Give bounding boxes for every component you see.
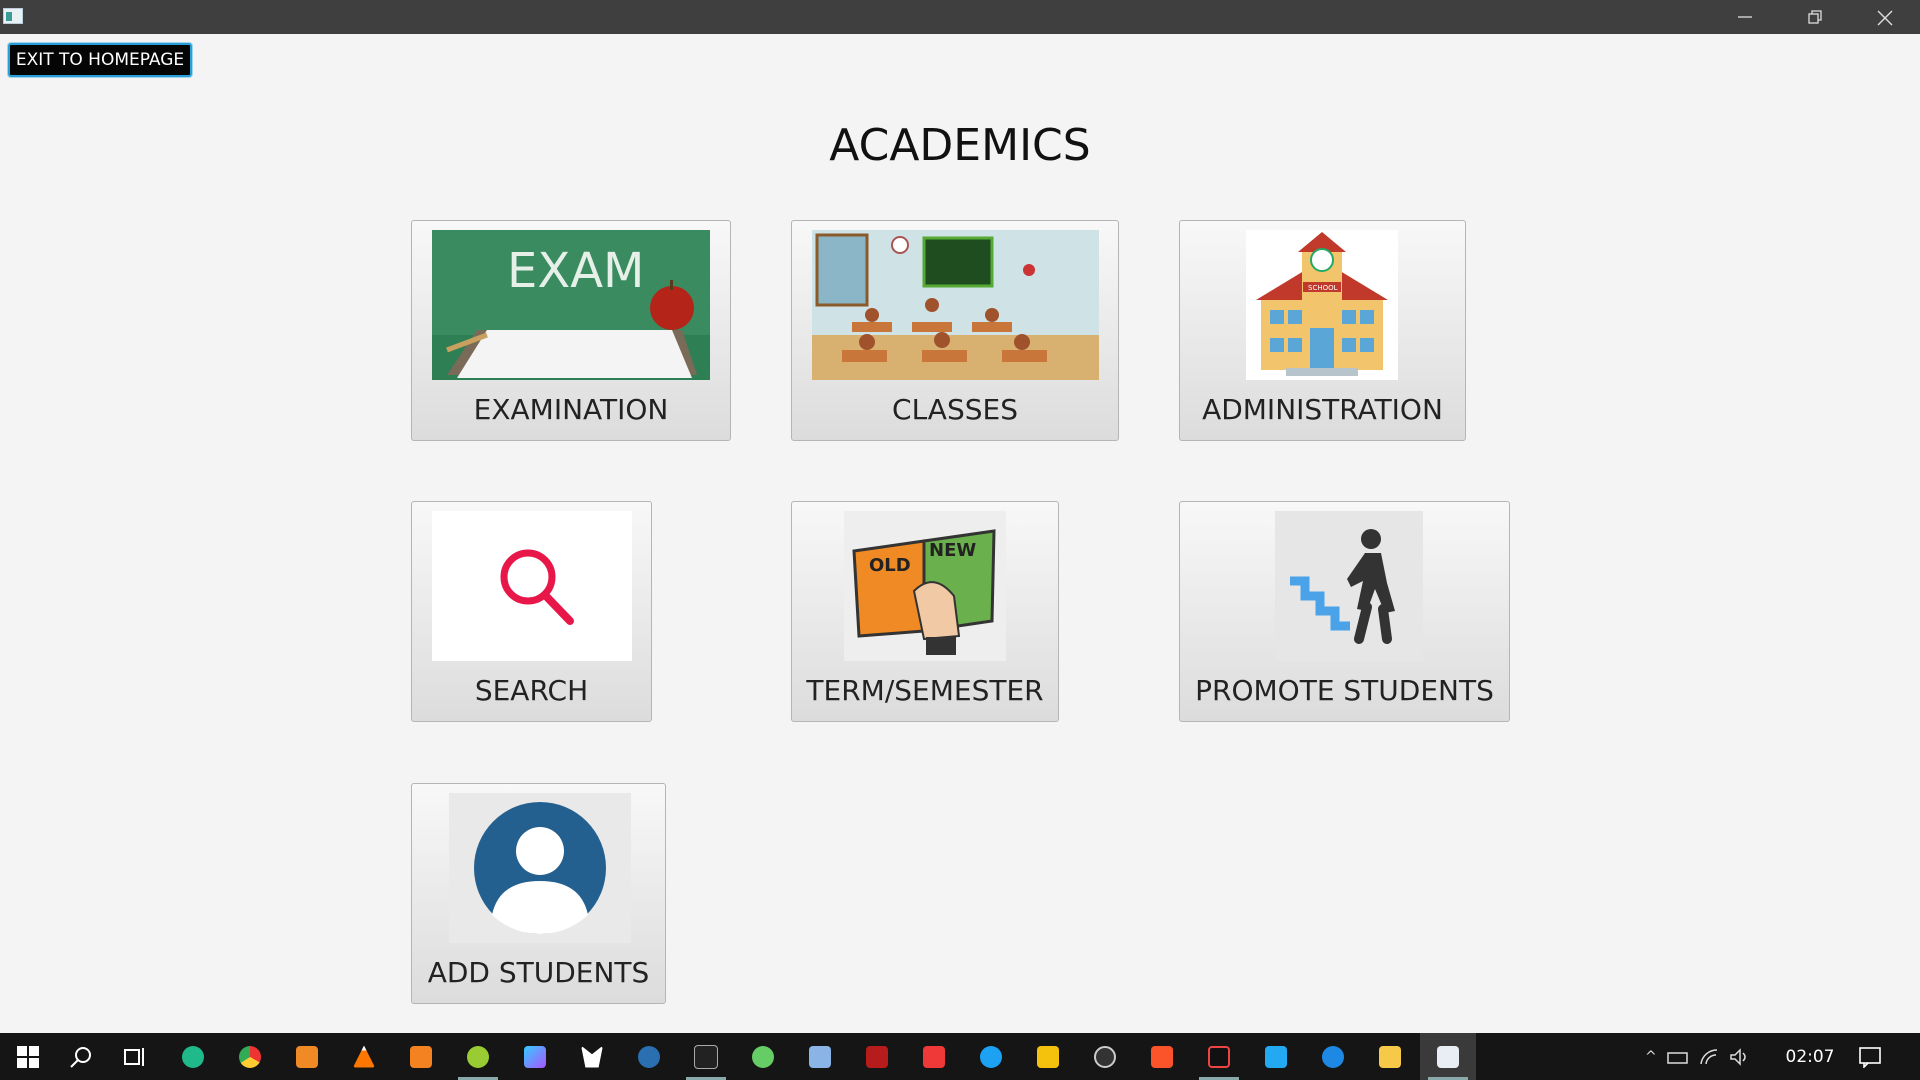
app-window-icon xyxy=(3,8,23,24)
close-icon xyxy=(1877,10,1893,26)
taskbar-app-obs[interactable] xyxy=(1077,1033,1133,1080)
taskbar-app-5[interactable] xyxy=(1305,1033,1361,1080)
minimize-icon xyxy=(1738,16,1752,18)
taskbar-app-terminal[interactable] xyxy=(678,1033,734,1080)
add-students-button[interactable]: ADD STUDENTS xyxy=(411,783,666,1004)
examination-button[interactable]: EXAM EXAMINATION xyxy=(411,220,731,441)
twitter-icon xyxy=(980,1045,1002,1068)
examination-label: EXAMINATION xyxy=(473,393,669,426)
task-view-icon xyxy=(124,1047,144,1066)
magnifier-image xyxy=(432,511,632,661)
app-icon xyxy=(467,1045,489,1068)
vscode-icon xyxy=(1265,1045,1287,1068)
battery-icon[interactable] xyxy=(1666,1049,1691,1065)
taskbar-app-brave[interactable] xyxy=(1134,1033,1190,1080)
restore-button[interactable] xyxy=(1780,0,1850,34)
wifi-icon[interactable] xyxy=(1699,1048,1721,1066)
settings-icon xyxy=(752,1045,774,1068)
taskbar-app-2[interactable] xyxy=(507,1033,563,1080)
close-button[interactable] xyxy=(1850,0,1920,34)
app-icon xyxy=(638,1045,660,1068)
action-center-button[interactable] xyxy=(1842,1033,1898,1080)
classes-button[interactable]: CLASSES xyxy=(791,220,1119,441)
taskbar-app-vivaldi[interactable] xyxy=(906,1033,962,1080)
app-icon xyxy=(524,1045,546,1068)
taskbar-app-file-explorer[interactable] xyxy=(1362,1033,1418,1080)
administration-label: ADMINISTRATION xyxy=(1202,393,1443,426)
exit-to-homepage-button[interactable]: EXIT TO HOMEPAGE xyxy=(8,43,192,77)
exam-chalk-text: EXAM xyxy=(507,243,644,299)
stairs-climber-image xyxy=(1275,511,1423,661)
school-sign-text: SCHOOL xyxy=(1308,284,1338,292)
taskbar-app-box[interactable] xyxy=(792,1033,848,1080)
search-icon xyxy=(70,1046,91,1068)
user-avatar-image xyxy=(449,793,631,943)
task-view-button[interactable] xyxy=(107,1033,163,1080)
taskbar-search-button[interactable] xyxy=(53,1033,109,1080)
taskbar-app-java[interactable] xyxy=(1420,1033,1476,1080)
taskbar-app-chrome[interactable] xyxy=(222,1033,278,1080)
taskbar-app-slides[interactable] xyxy=(1020,1033,1076,1080)
taskbar-app-1[interactable] xyxy=(450,1033,506,1080)
taskbar-app-settings[interactable] xyxy=(735,1033,791,1080)
media-player-icon xyxy=(296,1045,318,1068)
term-semester-label: TERM/SEMESTER xyxy=(806,674,1044,707)
taskbar-app-intellij[interactable] xyxy=(1191,1033,1247,1080)
book-old-text: OLD xyxy=(869,555,911,576)
search-label: SEARCH xyxy=(474,674,589,707)
system-tray: ^ xyxy=(1635,1033,1765,1080)
taskbar-app-twitter[interactable] xyxy=(963,1033,1019,1080)
show-hidden-icons-icon[interactable]: ^ xyxy=(1645,1049,1657,1065)
term-semester-button[interactable]: OLD NEW TERM/SEMESTER xyxy=(791,501,1059,722)
promote-students-button[interactable]: PROMOTE STUDENTS xyxy=(1179,501,1510,722)
promote-students-label: PROMOTE STUDENTS xyxy=(1195,674,1494,707)
taskbar-app-vscode[interactable] xyxy=(1248,1033,1304,1080)
administration-button[interactable]: SCHOOL ADMINISTRATION xyxy=(1179,220,1466,441)
file-explorer-icon xyxy=(1379,1045,1401,1068)
intellij-icon xyxy=(1208,1045,1230,1068)
taskbar-app-gitkraken[interactable] xyxy=(165,1033,221,1080)
terminal-icon xyxy=(694,1044,718,1069)
restore-icon xyxy=(1808,10,1822,24)
taskbar-app-filezilla[interactable] xyxy=(849,1033,905,1080)
notifications-icon xyxy=(1859,1046,1881,1068)
book-new-text: NEW xyxy=(929,540,976,561)
taskbar-app-media-player[interactable] xyxy=(279,1033,335,1080)
school-building-image: SCHOOL xyxy=(1246,230,1398,380)
window-titlebar xyxy=(0,0,1920,34)
chrome-icon xyxy=(239,1045,261,1068)
obs-icon xyxy=(1094,1045,1116,1068)
windows-start-icon xyxy=(17,1045,39,1068)
gitkraken-icon xyxy=(182,1045,204,1068)
add-students-label: ADD STUDENTS xyxy=(427,956,650,989)
taskbar-app-sublime[interactable] xyxy=(393,1033,449,1080)
taskbar-app-vlc[interactable] xyxy=(336,1033,392,1080)
search-button[interactable]: SEARCH xyxy=(411,501,652,722)
java-app-icon xyxy=(1437,1045,1459,1068)
app-icon xyxy=(1322,1045,1344,1068)
filezilla-icon xyxy=(866,1045,888,1068)
slides-icon xyxy=(1037,1045,1059,1068)
exam-chalkboard-image: EXAM xyxy=(432,230,710,380)
app-icon xyxy=(581,1045,603,1068)
taskbar-app-4[interactable] xyxy=(621,1033,677,1080)
volume-icon[interactable] xyxy=(1729,1047,1751,1066)
classroom-image xyxy=(812,230,1099,380)
taskbar-clock[interactable]: 02:07 xyxy=(1775,1033,1845,1080)
taskbar-app-3[interactable] xyxy=(564,1033,620,1080)
vlc-icon xyxy=(353,1045,375,1068)
classes-label: CLASSES xyxy=(892,393,1018,426)
start-button[interactable] xyxy=(0,1033,56,1080)
page-title: ACADEMICS xyxy=(829,120,1091,171)
old-new-book-image: OLD NEW xyxy=(844,511,1006,661)
brave-icon xyxy=(1151,1045,1173,1068)
box-icon xyxy=(809,1045,831,1068)
sublime-icon xyxy=(410,1045,432,1068)
minimize-button[interactable] xyxy=(1710,0,1780,34)
vivaldi-icon xyxy=(923,1045,945,1068)
